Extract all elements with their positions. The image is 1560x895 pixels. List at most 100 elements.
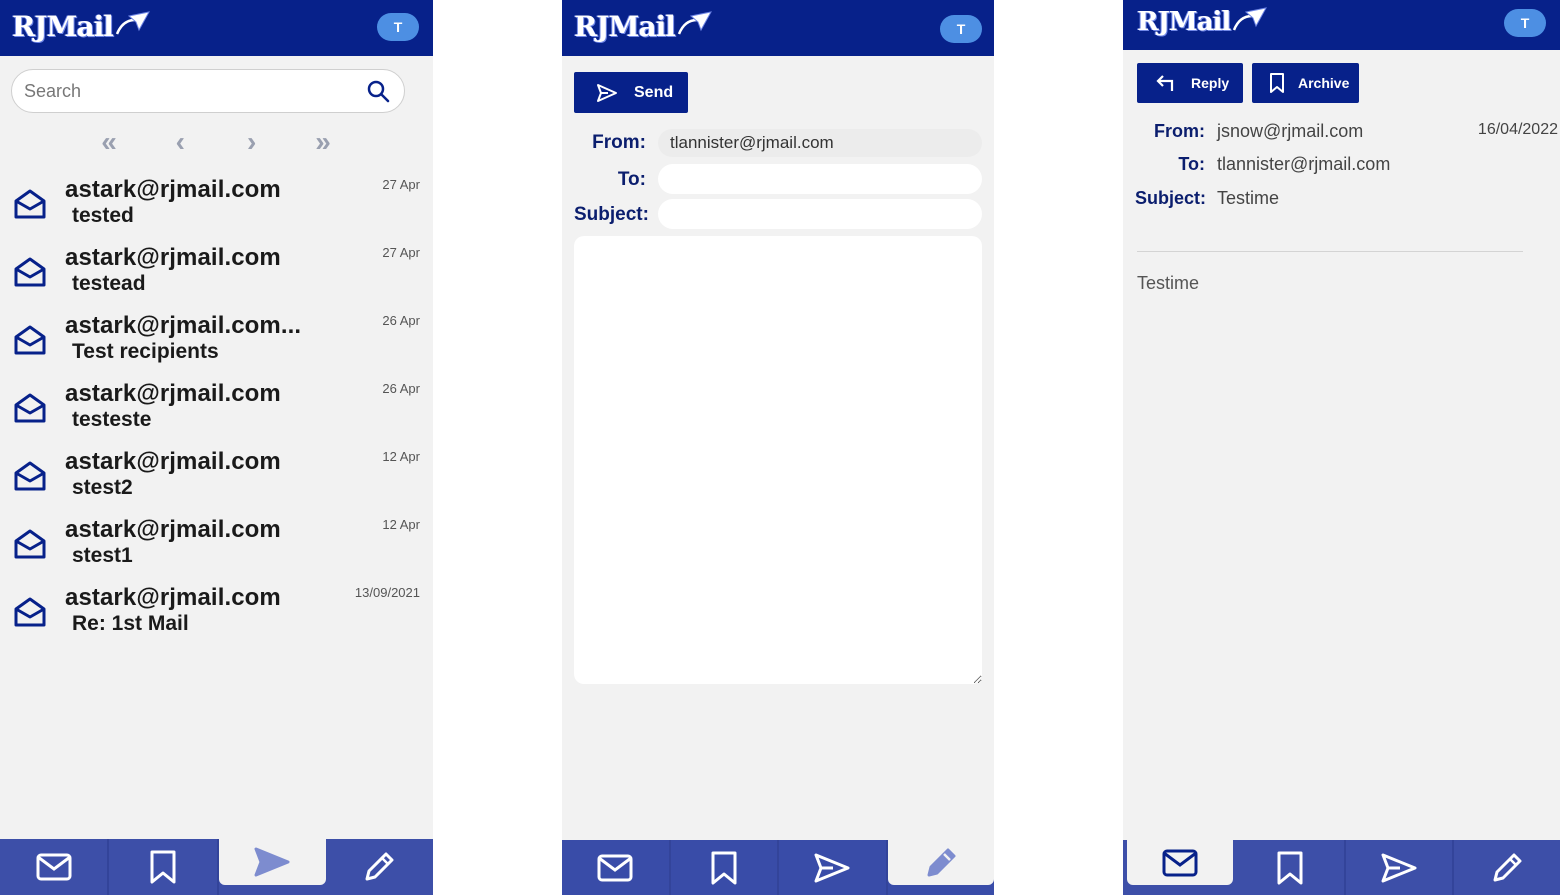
divider: [1137, 251, 1523, 252]
mail-icon: [1161, 848, 1199, 878]
to-field[interactable]: [658, 164, 982, 194]
envelope-open-icon: [13, 256, 47, 288]
envelope-open-icon: [13, 392, 47, 424]
mail-sender: astark@rjmail.com: [65, 176, 281, 203]
subject-value: Testime: [1217, 188, 1280, 208]
subject-field[interactable]: [658, 199, 982, 229]
from-value: tlannister@rjmail.com: [658, 129, 982, 157]
first-page-button[interactable]: «: [94, 127, 124, 157]
nav-sent-button[interactable]: [218, 839, 326, 885]
bookmark-icon: [1275, 850, 1305, 886]
nav-archive-button[interactable]: [671, 840, 779, 895]
mail-list-item[interactable]: astark@rjmail.com testead 27 Apr: [0, 240, 433, 308]
to-value: tlannister@rjmail.com: [1217, 154, 1391, 174]
logo-text: RJMail: [574, 9, 676, 43]
envelope-open-icon: [13, 596, 47, 628]
mail-list-item[interactable]: astark@rjmail.com testeste 26 Apr: [0, 376, 433, 444]
envelope-open-icon: [13, 188, 47, 220]
logo-text: RJMail: [1137, 7, 1231, 37]
mail-list-item[interactable]: astark@rjmail.com tested 27 Apr: [0, 172, 433, 240]
bottom-nav: [1123, 840, 1560, 895]
mail-list-item[interactable]: astark@rjmail.com stest2 12 Apr: [0, 444, 433, 512]
from-label: From:: [1154, 121, 1205, 141]
nav-compose-button[interactable]: [887, 840, 994, 885]
envelope-open-icon: [13, 460, 47, 492]
mail-date: 26 Apr: [382, 313, 420, 328]
mail-list: astark@rjmail.com tested 27 Apr astark@rjma…: [0, 172, 433, 648]
paper-plane-logo-icon: [115, 11, 150, 35]
send-button[interactable]: Send: [574, 72, 688, 113]
mail-sender: astark@rjmail.com: [65, 448, 281, 475]
mail-list-item[interactable]: astark@rjmail.com... Test recipients 26 Ap…: [0, 308, 433, 376]
search-bar: [11, 69, 405, 113]
nav-inbox-button[interactable]: [0, 839, 110, 895]
nav-archive-button[interactable]: [1237, 840, 1346, 895]
mail-icon: [596, 853, 634, 883]
to-label: To:: [617, 169, 646, 190]
compose-screen: RJMail T Send From: tlannister@rjmail.co…: [562, 0, 994, 895]
avatar[interactable]: T: [940, 15, 982, 43]
read-screen: RJMail T Reply Archive From: jsnow@rjmai…: [1123, 0, 1560, 895]
mail-subject: testead: [72, 272, 146, 295]
archive-label: Archive: [1298, 75, 1350, 91]
mail-date: 27 Apr: [382, 245, 420, 260]
mail-date: 13/09/2021: [354, 585, 420, 600]
archive-button[interactable]: Archive: [1252, 63, 1359, 103]
pencil-icon: [923, 845, 959, 881]
prev-page-button[interactable]: ‹: [165, 127, 195, 157]
subject-label: Subject:: [1135, 188, 1207, 208]
paper-plane-logo-icon: [677, 11, 712, 35]
bookmark-icon: [709, 850, 739, 886]
bookmark-icon: [148, 849, 178, 885]
mail-sender: astark@rjmail.com: [65, 380, 281, 407]
message-body-field[interactable]: [574, 236, 982, 684]
top-bar: RJMail T: [0, 0, 433, 56]
inbox-screen: RJMail T « ‹ › » astark@rjmail.comtested…: [0, 0, 433, 895]
paper-plane-logo-icon: [1233, 7, 1268, 31]
nav-inbox-button[interactable]: [1127, 840, 1234, 885]
to-label: To:: [1178, 154, 1205, 174]
nav-compose-button[interactable]: [1454, 840, 1560, 895]
pencil-icon: [361, 849, 397, 885]
send-label: Send: [634, 83, 674, 101]
logo-text: RJMail: [12, 9, 114, 43]
bookmark-icon: [1270, 73, 1284, 93]
mail-subject: tested: [72, 204, 134, 227]
send-icon: [597, 83, 617, 102]
send-icon: [253, 846, 291, 878]
mail-sender: astark@rjmail.com: [65, 584, 281, 611]
from-value: jsnow@rjmail.com: [1217, 121, 1364, 141]
bottom-nav: [0, 839, 433, 895]
mail-subject: Re: 1st Mail: [72, 612, 189, 635]
nav-sent-button[interactable]: [779, 840, 888, 895]
avatar[interactable]: T: [377, 13, 419, 41]
reply-icon: [1156, 75, 1174, 91]
last-page-button[interactable]: »: [308, 127, 338, 157]
app-logo[interactable]: RJMail: [574, 8, 713, 44]
envelope-open-icon: [13, 528, 47, 560]
nav-sent-button[interactable]: [1346, 840, 1454, 895]
envelope-open-icon: [13, 324, 47, 356]
search-input[interactable]: [24, 80, 364, 102]
mail-list-item[interactable]: astark@rjmail.com Re: 1st Mail 13/09/2021: [0, 580, 433, 648]
reply-label: Reply: [1191, 75, 1230, 91]
send-icon: [813, 852, 851, 884]
app-logo[interactable]: RJMail: [1137, 4, 1268, 40]
top-bar: RJMail T: [1123, 0, 1560, 50]
nav-inbox-button[interactable]: [562, 840, 671, 895]
nav-compose-button[interactable]: [326, 839, 433, 895]
mail-subject: Test recipients: [72, 340, 219, 363]
pencil-icon: [1489, 850, 1525, 886]
mail-subject: stest2: [72, 476, 133, 499]
mail-subject: testeste: [72, 408, 152, 431]
avatar[interactable]: T: [1504, 9, 1546, 37]
app-logo[interactable]: RJMail: [12, 8, 151, 44]
pagination: « ‹ › »: [94, 127, 338, 157]
nav-archive-button[interactable]: [109, 839, 219, 895]
bottom-nav: [562, 840, 994, 895]
next-page-button[interactable]: ›: [237, 127, 267, 157]
reply-button[interactable]: Reply: [1137, 63, 1243, 103]
mail-list-item[interactable]: astark@rjmail.com stest1 12 Apr: [0, 512, 433, 580]
search-icon[interactable]: [364, 77, 392, 105]
mail-date: 12 Apr: [382, 449, 420, 464]
